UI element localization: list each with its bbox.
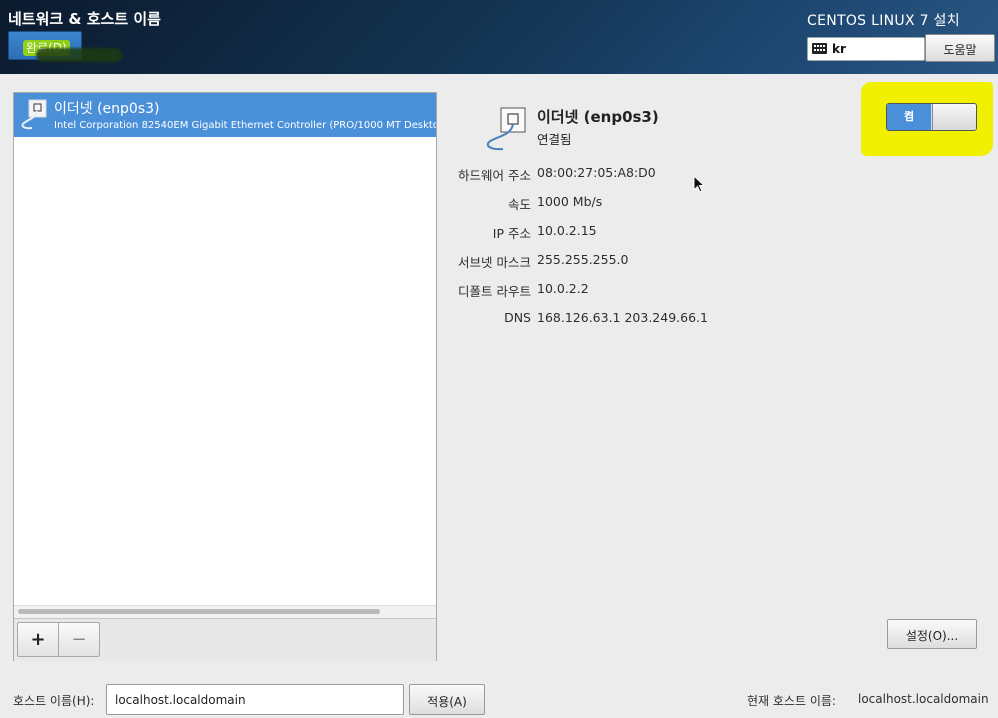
highlighter-mark	[36, 48, 122, 62]
device-list-item-enp0s3[interactable]: 이더넷 (enp0s3) Intel Corporation 82540EM G…	[14, 93, 436, 137]
default-route-label: 디폴트 라우트	[458, 284, 531, 299]
network-device-list: 이더넷 (enp0s3) Intel Corporation 82540EM G…	[13, 92, 437, 661]
hostname-label: 호스트 이름(H):	[13, 694, 95, 708]
current-hostname-label: 현재 호스트 이름:	[747, 694, 836, 708]
dns-value: 168.126.63.1 203.249.66.1	[537, 310, 708, 325]
device-name: 이더넷 (enp0s3)	[54, 101, 160, 117]
connection-status: 연결됨	[537, 132, 572, 147]
scrollbar-thumb[interactable]	[18, 609, 380, 614]
ethernet-icon	[486, 107, 526, 151]
ip-address-label: IP 주소	[492, 226, 531, 241]
toggle-on-label: 켬	[887, 104, 931, 130]
speed-label: 속도	[507, 197, 531, 212]
ip-address-value: 10.0.2.15	[537, 223, 597, 238]
device-description: Intel Corporation 82540EM Gigabit Ethern…	[54, 120, 436, 131]
hostname-input[interactable]	[106, 684, 404, 715]
hardware-address-value: 08:00:27:05:A8:D0	[537, 165, 656, 180]
install-title: CENTOS LINUX 7 설치	[807, 13, 960, 29]
connection-toggle[interactable]: 켬	[886, 103, 977, 131]
keyboard-icon	[812, 43, 827, 54]
help-button[interactable]: 도움말	[925, 34, 995, 62]
device-detail-title: 이더넷 (enp0s3)	[537, 108, 659, 126]
default-route-value: 10.0.2.2	[537, 281, 589, 296]
subnet-mask-label: 서브넷 마스크	[458, 255, 531, 270]
page-title: 네트워크 & 호스트 이름	[8, 10, 161, 28]
remove-device-button[interactable]: −	[58, 622, 100, 657]
top-header-bar: 네트워크 & 호스트 이름 완료(D) CENTOS LINUX 7 설치 kr…	[0, 0, 998, 74]
mouse-pointer-icon	[693, 175, 705, 193]
ethernet-icon	[21, 99, 47, 130]
apply-button[interactable]: 적용(A)	[409, 684, 485, 715]
settings-button[interactable]: 설정(O)...	[887, 619, 977, 649]
hardware-address-label: 하드웨어 주소	[458, 168, 531, 183]
keyboard-layout-indicator[interactable]: kr	[807, 37, 925, 61]
dns-label: DNS	[504, 310, 531, 325]
horizontal-scrollbar[interactable]	[14, 605, 436, 618]
keyboard-layout-label: kr	[832, 42, 846, 56]
subnet-mask-value: 255.255.255.0	[537, 252, 629, 267]
device-list-toolbar: + −	[14, 618, 436, 661]
toggle-knob[interactable]	[932, 104, 976, 130]
speed-value: 1000 Mb/s	[537, 194, 603, 209]
add-device-button[interactable]: +	[17, 622, 59, 657]
current-hostname-value: localhost.localdomain	[858, 692, 989, 706]
